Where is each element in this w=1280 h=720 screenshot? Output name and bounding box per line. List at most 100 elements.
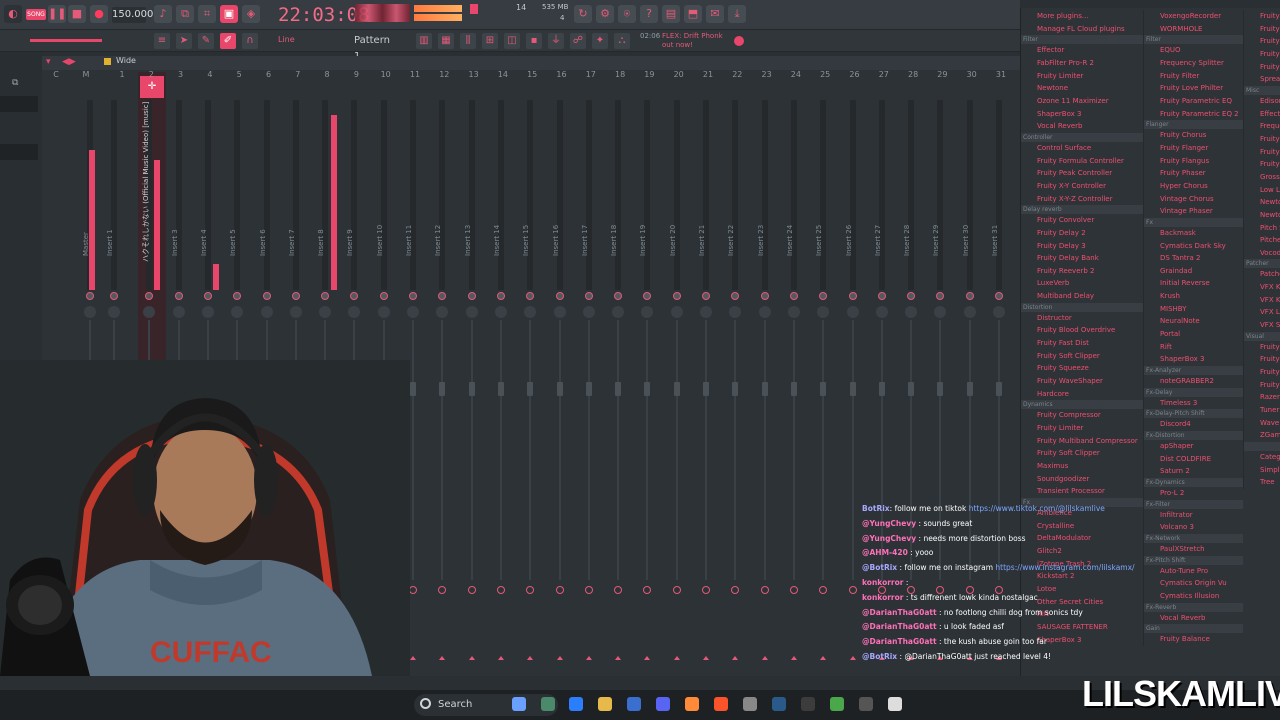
pan-knob[interactable] [174,292,183,300]
pan-knob[interactable] [760,292,769,300]
pan-knob[interactable] [789,292,798,300]
track-label[interactable]: Insert 11 [405,225,413,256]
plugin-menu-item[interactable]: Fruity [1244,158,1280,171]
pan-knob[interactable] [86,292,94,300]
plugin-menu-item[interactable]: Multiband Delay [1021,290,1143,303]
send-knob[interactable] [496,586,505,594]
save-icon[interactable]: ▤ [662,5,680,23]
paint-icon[interactable]: ✐ [220,33,236,49]
plugin-menu-item[interactable]: Newto [1244,209,1280,222]
arrange-icon[interactable]: ⧉ [12,78,18,88]
stereo-separation-knob[interactable] [201,306,214,318]
plugin-menu-item[interactable]: Freque [1244,120,1280,133]
mixer-wide-label[interactable]: Wide [116,56,136,65]
volume-fader[interactable] [878,382,885,396]
step-edit-icon[interactable]: ◈ [242,5,260,23]
send-knob[interactable] [672,586,681,594]
plugin-menu-item[interactable]: FabFilter Pro-R 2 [1021,57,1143,70]
route-arrow-icon[interactable] [468,656,475,660]
track-label[interactable]: Insert 26 [845,225,853,256]
send-knob[interactable] [702,586,710,594]
route-arrow-icon[interactable] [585,656,592,660]
stereo-separation-knob[interactable] [612,306,625,318]
magnet-icon[interactable]: ∩ [242,33,258,49]
stereo-separation-knob[interactable] [875,306,888,318]
volume-fader[interactable] [556,382,563,396]
route-arrow-icon[interactable] [732,656,739,660]
plugin-menu-item[interactable]: VFX Ke [1244,281,1280,294]
route-arrow-icon[interactable] [761,656,768,660]
stereo-separation-knob[interactable] [700,306,712,318]
plugin-menu-item[interactable]: Hyper Chorus [1144,180,1243,193]
plugin-menu-item[interactable]: Fruity X-Y-Z Controller [1021,193,1143,206]
route-arrow-icon[interactable] [410,656,416,660]
channel-rack-icon[interactable]: ▦ [438,33,454,49]
stereo-separation-knob[interactable] [494,306,507,318]
track-label[interactable]: Insert 28 [903,225,911,256]
plugin-menu-item[interactable]: Fruity [1244,366,1280,379]
plugin-menu-item[interactable]: Manage FL Cloud plugins [1021,23,1143,36]
track-label[interactable]: Insert 17 [581,225,589,256]
plugin-menu-item[interactable]: Control Surface [1021,142,1143,155]
arrow-icon[interactable]: ➤ [176,33,192,49]
brave-icon[interactable] [714,697,728,711]
stereo-separation-knob[interactable] [758,306,771,318]
track-label[interactable]: Insert 15 [522,225,530,256]
fl-studio-taskbar-icon[interactable] [685,697,699,711]
plugin-menu-item[interactable]: Effecto [1244,108,1280,121]
plugin-menu-item[interactable]: Fruity Blood Overdrive [1021,324,1143,337]
track-label[interactable]: Insert 24 [786,225,794,256]
volume-fader[interactable] [439,382,446,396]
plugin-menu-item[interactable]: Fruity Soft Clipper [1021,350,1143,363]
plugin-menu-item[interactable]: noteGRABBER2 [1144,375,1243,388]
track-label[interactable]: Insert 4 [200,229,208,256]
metronome-icon[interactable]: ♪ [154,5,172,23]
plugin-menu-item[interactable]: NeuralNote [1144,315,1243,328]
track-label[interactable]: Insert 5 [229,229,237,256]
plugin-menu-item[interactable]: Tuner [1244,404,1280,417]
route-arrow-icon[interactable] [644,656,651,660]
stereo-separation-knob[interactable] [993,306,1005,318]
plugin-menu-item[interactable]: Fruity [1244,61,1280,74]
plugin-menu-item[interactable]: Fruity Flangus [1144,155,1243,168]
plugin-menu-item[interactable]: Fruity Delay 3 [1021,240,1143,253]
volume-fader[interactable] [410,382,416,396]
plugin-menu-item[interactable]: Dist COLDFIRE [1144,453,1243,466]
plugin-menu-item[interactable]: Vintage Chorus [1144,193,1243,206]
track-label[interactable]: Insert 21 [698,225,706,256]
route-arrow-icon[interactable] [849,656,856,660]
wait-record-icon[interactable]: ⧉ [176,5,194,23]
track-label[interactable]: Insert 23 [757,225,765,256]
stereo-separation-knob[interactable] [905,306,918,318]
plugin-menu-item[interactable]: Fruity Fast Dist [1021,337,1143,350]
project-icon[interactable]: ▪ [526,33,542,49]
export-icon[interactable]: ⬒ [684,5,702,23]
send-knob[interactable] [409,586,417,594]
stereo-separation-knob[interactable] [787,306,800,318]
plugin-menu-item[interactable]: EQUO [1144,44,1243,57]
volume-fader[interactable] [644,382,651,396]
stereo-separation-knob[interactable] [465,306,478,318]
plugin-menu-item[interactable]: Fruity [1244,146,1280,159]
plugin-menu-item[interactable]: Saturn 2 [1144,465,1243,478]
taskbar-search-box[interactable]: Search [414,694,558,716]
plugin-menu-item[interactable]: Vintage Phaser [1144,205,1243,218]
copilot-icon[interactable] [512,697,526,711]
volume-fader[interactable] [790,382,797,396]
plugin-menu-item[interactable]: Fruity [1244,133,1280,146]
record-icon[interactable]: ● [90,5,108,23]
song-mode-badge[interactable]: SONG [26,9,46,20]
tempo-display[interactable]: 150.000 [112,7,153,23]
track-label[interactable]: Insert 6 [259,229,267,256]
plugin-menu-item[interactable]: Fruity Delay 2 [1021,227,1143,240]
obs-icon[interactable] [743,697,757,711]
play-icon[interactable]: ❚❚ [48,5,66,23]
discord-icon[interactable] [656,697,670,711]
track-label[interactable]: Insert 25 [815,225,823,256]
volume-fader[interactable] [673,382,680,396]
plugin-menu-item[interactable]: Fruity Delay Bank [1021,252,1143,265]
plugin-menu-item[interactable]: Fruity Parametric EQ [1144,95,1243,108]
pencil-icon[interactable]: ✎ [198,33,214,49]
track-label[interactable]: Insert 14 [493,225,501,256]
volume-fader[interactable] [996,382,1002,396]
